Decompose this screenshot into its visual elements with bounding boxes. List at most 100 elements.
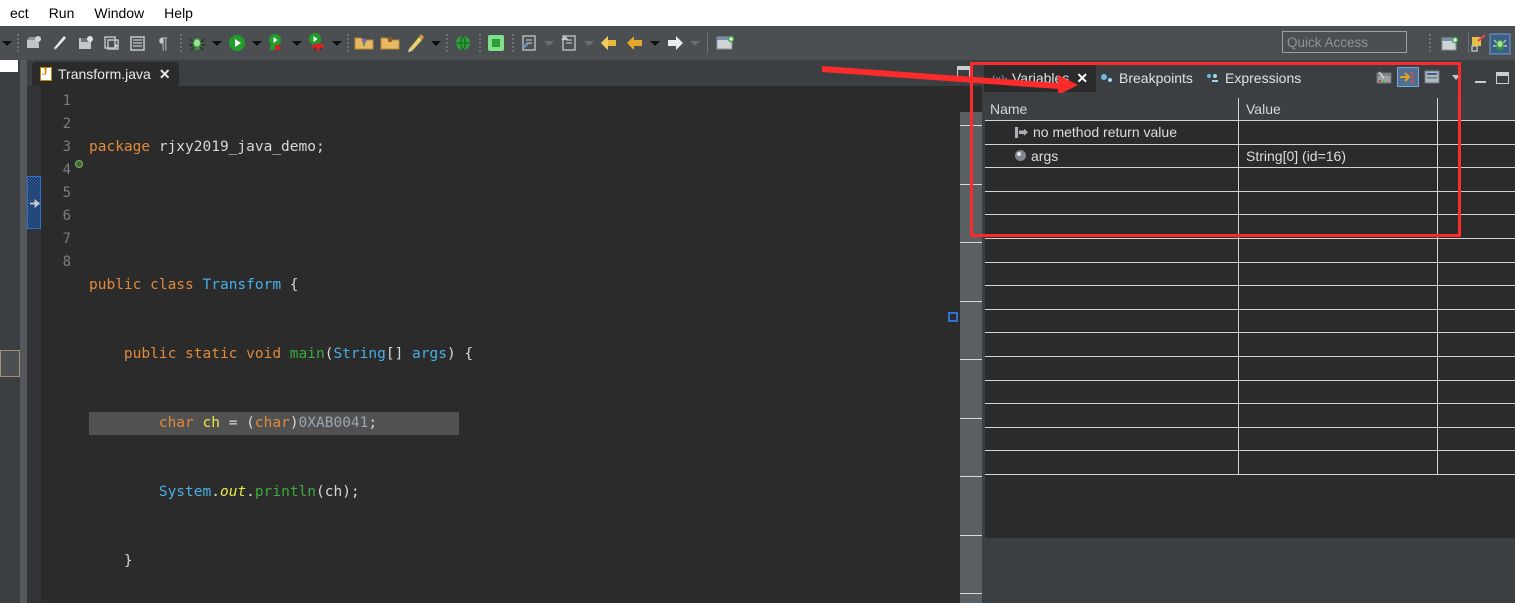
- source-code[interactable]: package rjxy2019_java_demo; public class…: [89, 90, 949, 603]
- menu-run[interactable]: Run: [39, 3, 85, 23]
- editor-vertical-scrollbar[interactable]: [960, 112, 982, 603]
- table-row-empty[interactable]: [985, 309, 1515, 334]
- debug-perspective-badge-icon[interactable]: [1487, 31, 1513, 57]
- editor-minimize-button[interactable]: [935, 68, 948, 78]
- menu-window[interactable]: Window: [84, 3, 154, 23]
- run-dropdown-icon[interactable]: [250, 31, 264, 55]
- column-header-name[interactable]: Name: [985, 98, 1027, 121]
- left-rail-top-box: [0, 60, 18, 72]
- table-row-empty[interactable]: [985, 286, 1515, 310]
- table-row-empty[interactable]: [985, 451, 1515, 475]
- toolbar-separator: [1426, 31, 1433, 55]
- new-window-icon[interactable]: [712, 30, 738, 56]
- external-tools-icon[interactable]: [304, 30, 330, 56]
- tab-variables-label: Variables: [1012, 70, 1070, 86]
- collapsed-view-button[interactable]: [0, 350, 20, 377]
- column-divider-1[interactable]: [1238, 98, 1239, 121]
- variable-name-label: no method return value: [1033, 124, 1177, 141]
- table-row-empty[interactable]: [985, 191, 1515, 216]
- variables-view-tab-bar: (x)= Variables ✕ Breakpoints Expressions: [982, 60, 1515, 94]
- column-header-value[interactable]: Value: [1241, 98, 1281, 121]
- editor-maximize-button[interactable]: [957, 66, 970, 78]
- table-row-empty[interactable]: [985, 262, 1515, 287]
- editor-overview-ruler[interactable]: [946, 112, 960, 603]
- table-row-empty[interactable]: [985, 380, 1515, 405]
- coverage-dropdown-icon[interactable]: [290, 31, 304, 55]
- left-rail-divider[interactable]: [20, 60, 27, 603]
- table-row-empty[interactable]: [985, 168, 1515, 192]
- menu-help-label: Help: [164, 5, 193, 21]
- open-task-icon[interactable]: [377, 30, 403, 56]
- print-icon[interactable]: [125, 30, 151, 56]
- tab-variables[interactable]: (x)= Variables ✕: [984, 64, 1097, 92]
- paragraph-icon[interactable]: ¶: [151, 30, 177, 56]
- show-logical-structure-icon[interactable]: [1373, 67, 1395, 87]
- menu-project[interactable]: ect: [0, 3, 39, 23]
- table-row-empty[interactable]: [985, 356, 1515, 381]
- run-icon[interactable]: [224, 30, 250, 56]
- editor-fold-column[interactable]: [75, 86, 89, 603]
- breakpoints-icon: [1101, 73, 1112, 82]
- code-line-7: }: [89, 553, 133, 569]
- line-number: 1: [62, 93, 71, 109]
- expressions-icon: [1207, 73, 1218, 82]
- eclipse-ide-window: ect Run Window Help ¶ Quick Access J Tra…: [0, 0, 1515, 603]
- breakpoint-marker-icon[interactable]: [75, 160, 83, 168]
- debug-dropdown-icon[interactable]: [210, 31, 224, 55]
- next-annotation-icon[interactable]: [556, 30, 582, 56]
- variables-view-minimize-button[interactable]: [1475, 74, 1487, 84]
- collapse-all-icon[interactable]: [1397, 67, 1419, 87]
- editor-tab-close-icon[interactable]: ✕: [159, 66, 171, 83]
- code-line-5: char ch = (char)0XAB0041;: [89, 412, 459, 435]
- back-dropdown-icon[interactable]: [648, 31, 662, 55]
- open-perspective-icon[interactable]: [1437, 31, 1463, 57]
- editor-tab-transform-java[interactable]: Transform.java ✕: [32, 62, 179, 86]
- save-icon[interactable]: [73, 30, 99, 56]
- previous-annotation-icon[interactable]: [516, 30, 542, 56]
- menu-bar: ect Run Window Help: [0, 0, 1515, 26]
- new-java-package-icon[interactable]: [21, 30, 47, 56]
- line-number-ruler: 1 2 3 4 5 6 7 8: [41, 86, 75, 603]
- save-all-icon[interactable]: [99, 30, 125, 56]
- next-annotation-dropdown-icon[interactable]: [582, 31, 596, 55]
- debug-icon[interactable]: [184, 30, 210, 56]
- view-menu-layout-icon[interactable]: [1421, 67, 1443, 87]
- external-tools-dropdown-icon[interactable]: [330, 31, 344, 55]
- open-type-icon[interactable]: [351, 30, 377, 56]
- menu-project-label: ect: [10, 5, 29, 21]
- previous-annotation-dropdown-icon[interactable]: [542, 31, 556, 55]
- java-perspective-icon[interactable]: [483, 30, 509, 56]
- editor-left-gutter[interactable]: [27, 86, 41, 603]
- forward-dropdown-icon[interactable]: [688, 31, 702, 55]
- view-menu-chevron-icon[interactable]: [1445, 67, 1467, 87]
- new-annotation-icon[interactable]: [403, 30, 429, 56]
- tab-breakpoints[interactable]: Breakpoints: [1092, 64, 1201, 92]
- new-java-class-icon[interactable]: [47, 30, 73, 56]
- table-row[interactable]: no method return value: [985, 121, 1515, 145]
- table-row-empty[interactable]: [985, 215, 1515, 239]
- back-icon[interactable]: [596, 30, 622, 56]
- table-row[interactable]: args String[0] (id=16): [985, 144, 1515, 169]
- variables-table[interactable]: Name Value no method return value args S…: [985, 98, 1515, 538]
- variables-view-maximize-button[interactable]: [1496, 72, 1509, 84]
- column-divider-2[interactable]: [1437, 98, 1438, 121]
- tab-variables-close-icon[interactable]: ✕: [1076, 70, 1088, 87]
- back-alt-icon[interactable]: [622, 30, 648, 56]
- menu-run-label: Run: [48, 5, 75, 21]
- annotation-dropdown-icon[interactable]: [429, 31, 443, 55]
- menu-help[interactable]: Help: [154, 3, 203, 23]
- editor-tab-label: Transform.java: [58, 66, 151, 82]
- coverage-icon[interactable]: [264, 30, 290, 56]
- table-row-empty[interactable]: [985, 404, 1515, 428]
- tab-expressions[interactable]: Expressions: [1198, 64, 1309, 92]
- table-row-empty[interactable]: [985, 427, 1515, 452]
- table-row-empty[interactable]: [985, 333, 1515, 357]
- code-editor[interactable]: 1 2 3 4 5 6 7 8 package rjxy2019_java_de…: [27, 86, 982, 603]
- java-browsing-icon[interactable]: [450, 30, 476, 56]
- new-wizard-dropdown-icon[interactable]: [0, 31, 14, 55]
- forward-icon[interactable]: [662, 30, 688, 56]
- quick-access-input[interactable]: Quick Access: [1282, 31, 1407, 53]
- toolbar-separator: [443, 31, 450, 55]
- table-row-empty[interactable]: [985, 238, 1515, 263]
- variable-name-cell: args: [985, 145, 1058, 168]
